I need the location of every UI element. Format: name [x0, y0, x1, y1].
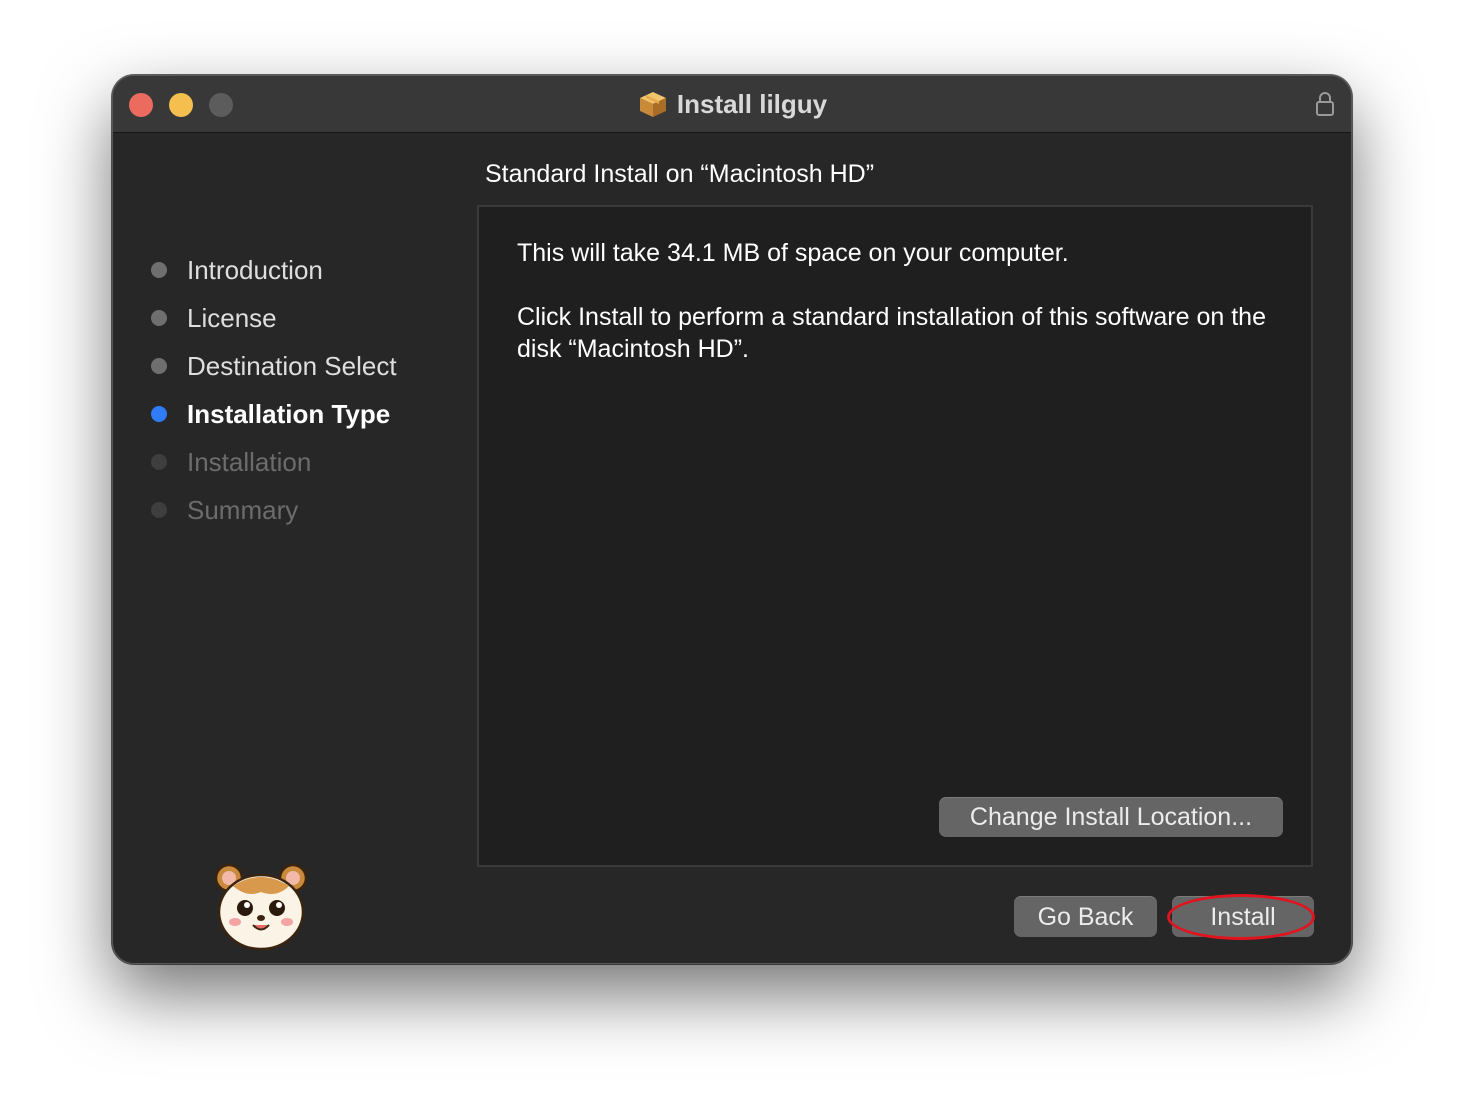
step-bullet-icon [151, 262, 167, 278]
step-destination-select: Destination Select [151, 342, 397, 390]
window-title: Install lilguy [676, 88, 828, 119]
step-label: Installation [187, 446, 312, 477]
step-bullet-icon [151, 502, 167, 518]
hamster-logo-icon [214, 863, 308, 951]
install-description-text: Click Install to perform a standard inst… [517, 303, 1266, 363]
step-introduction: Introduction [151, 246, 397, 294]
installer-window: Install lilguy Introduction License Dest… [112, 75, 1352, 964]
go-back-button[interactable]: Go Back [1014, 896, 1157, 937]
step-label: Summary [187, 494, 299, 525]
pane-heading: Standard Install on “Macintosh HD” [485, 160, 875, 188]
installer-steps-list: Introduction License Destination Select … [151, 246, 397, 534]
package-icon [639, 92, 666, 117]
step-summary: Summary [151, 486, 397, 534]
step-bullet-icon [151, 454, 167, 470]
step-bullet-icon [151, 358, 167, 374]
step-label: Destination Select [187, 350, 397, 381]
window-title-group: Install lilguy [113, 76, 1351, 132]
step-label: Installation Type [187, 398, 391, 429]
step-license: License [151, 294, 397, 342]
change-install-location-button[interactable]: Change Install Location... [939, 797, 1283, 837]
step-current-bullet-icon [151, 406, 167, 422]
space-required-text: This will take 34.1 MB of space on your … [517, 239, 1069, 267]
step-installation-type: Installation Type [151, 390, 397, 438]
step-bullet-icon [151, 310, 167, 326]
step-label: License [187, 302, 277, 333]
title-bar: Install lilguy [113, 76, 1351, 133]
step-installation: Installation [151, 438, 397, 486]
content-panel: This will take 34.1 MB of space on your … [477, 205, 1313, 867]
step-label: Introduction [187, 254, 323, 285]
install-button[interactable]: Install [1172, 896, 1314, 937]
lock-icon[interactable] [1315, 91, 1335, 117]
